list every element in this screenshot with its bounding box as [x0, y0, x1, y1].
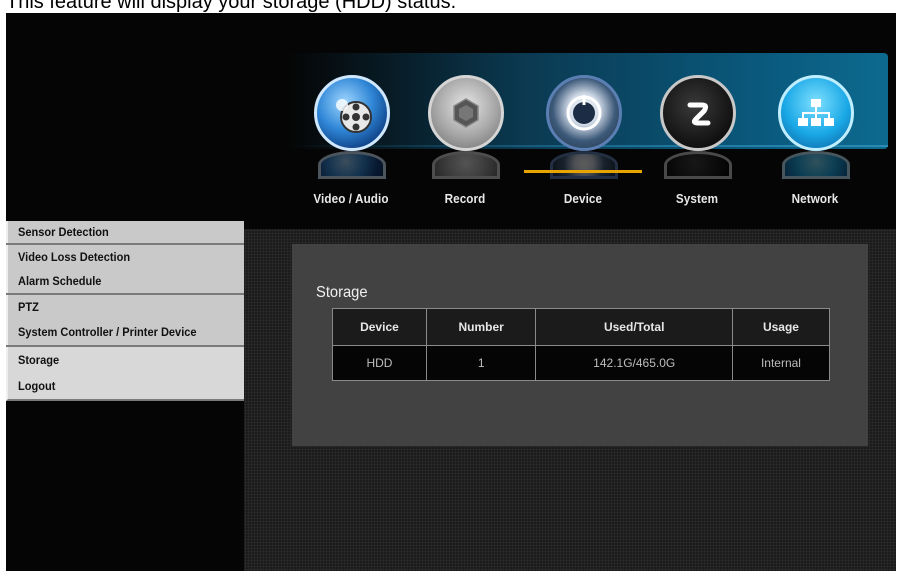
tab-label: Network	[791, 191, 839, 206]
column-header-usage: Usage	[731, 308, 831, 346]
network-icon	[778, 75, 854, 151]
tab-device[interactable]: Device	[528, 63, 638, 223]
tab-label: Video / Audio	[313, 191, 389, 206]
system-reflection	[664, 151, 732, 179]
tab-video-audio[interactable]: Video / Audio	[296, 63, 406, 223]
tab-system[interactable]: System	[642, 63, 752, 223]
storage-panel: Storage Device Number Used/Total Usage H…	[292, 244, 868, 446]
sidebar-item-video-loss-detection[interactable]: Video Loss Detection	[6, 245, 244, 269]
cell-usage: Internal	[731, 345, 831, 381]
video-audio-reflection	[318, 151, 386, 179]
sidebar-item-label: Logout	[18, 379, 56, 393]
column-header-used-total: Used/Total	[535, 308, 733, 346]
sidebar-item-system-controller[interactable]: System Controller / Printer Device	[6, 319, 244, 345]
sidebar-item-label: Storage	[18, 353, 60, 367]
device-reflection	[550, 151, 618, 179]
sidebar-item-alarm-schedule[interactable]: Alarm Schedule	[6, 269, 244, 293]
tab-label: System	[675, 191, 719, 206]
tab-label: Record	[444, 191, 486, 206]
sidebar-item-ptz[interactable]: PTZ	[6, 295, 244, 319]
tab-record[interactable]: Record	[410, 63, 520, 223]
sidebar-item-logout[interactable]: Logout	[6, 373, 244, 401]
record-icon	[428, 75, 504, 151]
tab-network[interactable]: Network	[760, 63, 870, 223]
system-icon	[660, 75, 736, 151]
sidebar-item-storage[interactable]: Storage	[6, 347, 244, 373]
sidebar-item-label: System Controller / Printer Device	[18, 325, 197, 339]
sidebar-item-label: Alarm Schedule	[18, 274, 102, 288]
cell-number: 1	[425, 345, 537, 381]
active-tab-indicator	[524, 170, 642, 173]
device-icon	[546, 75, 622, 151]
sidebar-item-sensor-detection[interactable]: Sensor Detection	[6, 221, 244, 243]
column-header-device: Device	[332, 308, 427, 346]
caption-text: This feature will display your storage (…	[6, 0, 457, 13]
record-reflection	[432, 151, 500, 179]
tab-label: Device	[563, 191, 603, 206]
cell-used-total: 142.1G/465.0G	[535, 345, 733, 381]
sidebar-item-label: Sensor Detection	[18, 225, 109, 239]
column-header-number: Number	[425, 308, 537, 346]
table-header-row: Device Number Used/Total Usage	[332, 308, 831, 346]
storage-table: Device Number Used/Total Usage HDD 1 142…	[332, 308, 831, 381]
sidebar-menu: Sensor Detection Video Loss Detection Al…	[6, 221, 244, 401]
network-reflection	[782, 151, 850, 179]
table-row[interactable]: HDD 1 142.1G/465.0G Internal	[332, 345, 831, 381]
panel-title: Storage	[316, 284, 368, 301]
sidebar-item-label: Video Loss Detection	[18, 250, 131, 264]
video-audio-icon	[314, 75, 390, 151]
cell-device: HDD	[332, 345, 427, 381]
sidebar-item-label: PTZ	[18, 300, 39, 314]
dvr-screen: Video / Audio Record Device System Netwo…	[6, 13, 896, 571]
